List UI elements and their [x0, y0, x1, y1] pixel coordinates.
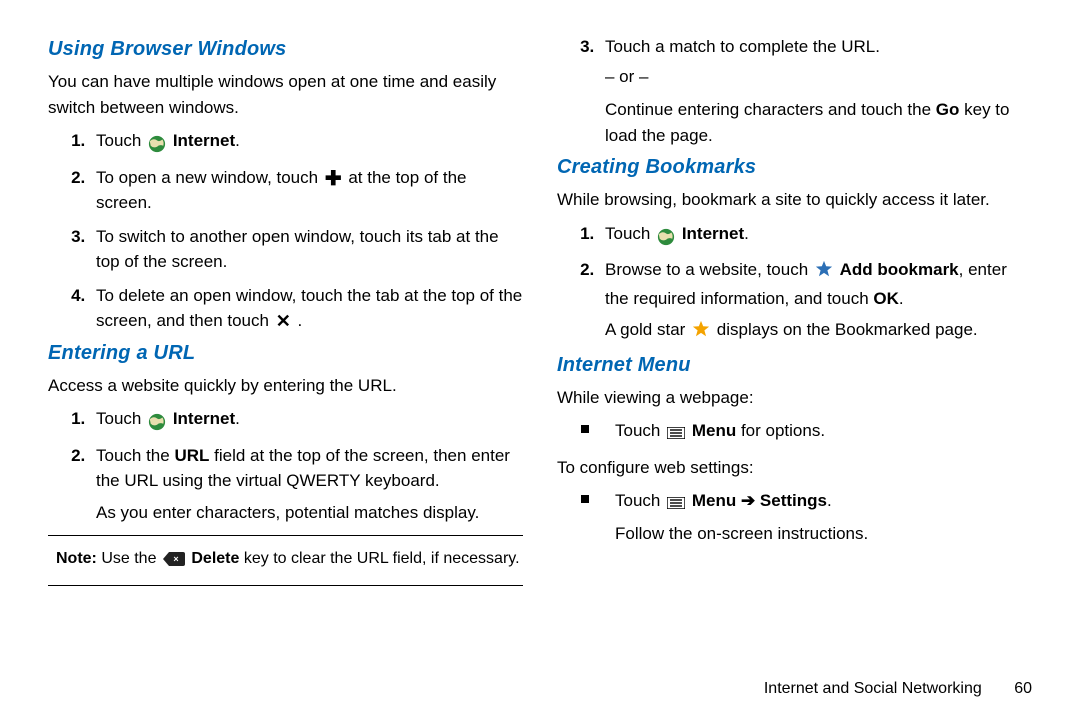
step-url-3: Touch a match to complete the URL. – or …	[599, 34, 1032, 148]
text: Use the	[97, 550, 161, 567]
heading-using-browser-windows: Using Browser Windows	[48, 38, 523, 61]
url-label: URL	[174, 446, 209, 465]
text: Touch a match to complete the URL.	[605, 37, 880, 56]
text: Touch the	[96, 446, 174, 465]
text: To open a new window, touch	[96, 168, 323, 187]
step-windows-4: To delete an open window, touch the tab …	[90, 283, 523, 334]
heading-creating-bookmarks: Creating Bookmarks	[557, 156, 1032, 179]
internet-globe-icon	[148, 131, 166, 157]
menu-item-settings: Touch Menu ➔ Settings. Follow the on-scr…	[599, 488, 1032, 546]
star-blue-icon	[815, 260, 833, 286]
arrow-icon: ➔	[736, 491, 760, 510]
text: To delete an open window, touch the tab …	[96, 286, 522, 331]
text: Touch	[615, 421, 665, 440]
steps-bookmarks: Touch Internet. Browse to a website, tou…	[557, 221, 1032, 346]
step-bk-1: Touch Internet.	[599, 221, 1032, 250]
note-label: Note:	[56, 550, 97, 567]
text: Browse to a website, touch	[605, 260, 813, 279]
step-url-1: Touch Internet.	[90, 406, 523, 435]
steps-url: Touch Internet. Touch the URL field at t…	[48, 406, 523, 525]
step-windows-3: To switch to another open window, touch …	[90, 224, 523, 275]
divider	[48, 585, 523, 586]
text: Touch	[605, 224, 655, 243]
or-separator: – or –	[605, 64, 1032, 90]
intro-menu-a: While viewing a webpage:	[557, 385, 1032, 411]
text: .	[235, 131, 240, 150]
text: .	[744, 224, 749, 243]
step-windows-2: To open a new window, touch ✚ at the top…	[90, 165, 523, 216]
svg-text:×: ×	[173, 554, 178, 564]
intro-url: Access a website quickly by entering the…	[48, 373, 523, 399]
text: Touch	[96, 409, 146, 428]
internet-label: Internet	[682, 224, 744, 243]
delete-label: Delete	[191, 550, 239, 567]
page-footer: Internet and Social Networking 60	[764, 680, 1032, 698]
menu-list-a: Touch Menu for options.	[557, 418, 1032, 447]
text: A gold star	[605, 320, 690, 339]
go-label: Go	[936, 100, 960, 119]
ok-label: OK	[873, 289, 899, 308]
text: Follow the on-screen instructions.	[615, 521, 1032, 547]
menu-icon	[667, 421, 685, 447]
menu-label: Menu	[692, 491, 736, 510]
menu-icon	[667, 491, 685, 517]
internet-globe-icon	[148, 409, 166, 435]
left-column: Using Browser Windows You can have multi…	[48, 32, 523, 596]
text: .	[827, 491, 832, 510]
text: displays on the Bookmarked page.	[717, 320, 978, 339]
divider	[48, 535, 523, 536]
text: for options.	[736, 421, 825, 440]
internet-globe-icon	[657, 224, 675, 250]
text: key to clear the URL field, if necessary…	[239, 550, 519, 567]
heading-entering-url: Entering a URL	[48, 342, 523, 365]
steps-url-continued: Touch a match to complete the URL. – or …	[557, 34, 1032, 148]
intro-menu-b: To configure web settings:	[557, 455, 1032, 481]
menu-item-options: Touch Menu for options.	[599, 418, 1032, 447]
intro-bookmarks: While browsing, bookmark a site to quick…	[557, 187, 1032, 213]
text: Touch	[615, 491, 665, 510]
intro-windows: You can have multiple windows open at on…	[48, 69, 523, 120]
settings-label: Settings	[760, 491, 827, 510]
text: Touch	[96, 131, 146, 150]
right-column: Touch a match to complete the URL. – or …	[557, 32, 1032, 596]
internet-label: Internet	[173, 409, 235, 428]
note-block: Note: Use the × Delete key to clear the …	[56, 546, 523, 575]
star-gold-icon	[692, 320, 710, 346]
step-url-2: Touch the URL field at the top of the sc…	[90, 443, 523, 526]
steps-windows: Touch Internet. To open a new window, to…	[48, 128, 523, 334]
step-windows-1: Touch Internet.	[90, 128, 523, 157]
heading-internet-menu: Internet Menu	[557, 354, 1032, 377]
text: .	[298, 311, 303, 330]
text: Continue entering characters and touch t…	[605, 100, 936, 119]
footer-section: Internet and Social Networking	[764, 680, 982, 697]
gold-star-note: A gold star displays on the Bookmarked p…	[605, 317, 1032, 346]
menu-label: Menu	[692, 421, 736, 440]
internet-label: Internet	[173, 131, 235, 150]
menu-list-b: Touch Menu ➔ Settings. Follow the on-scr…	[557, 488, 1032, 546]
step-bk-2: Browse to a website, touch Add bookmark,…	[599, 257, 1032, 346]
add-bookmark-label: Add bookmark	[840, 260, 959, 279]
page-number: 60	[1014, 680, 1032, 697]
text: As you enter characters, potential match…	[96, 500, 523, 526]
text: .	[899, 289, 904, 308]
delete-key-icon: ×	[163, 552, 185, 571]
text: .	[235, 409, 240, 428]
